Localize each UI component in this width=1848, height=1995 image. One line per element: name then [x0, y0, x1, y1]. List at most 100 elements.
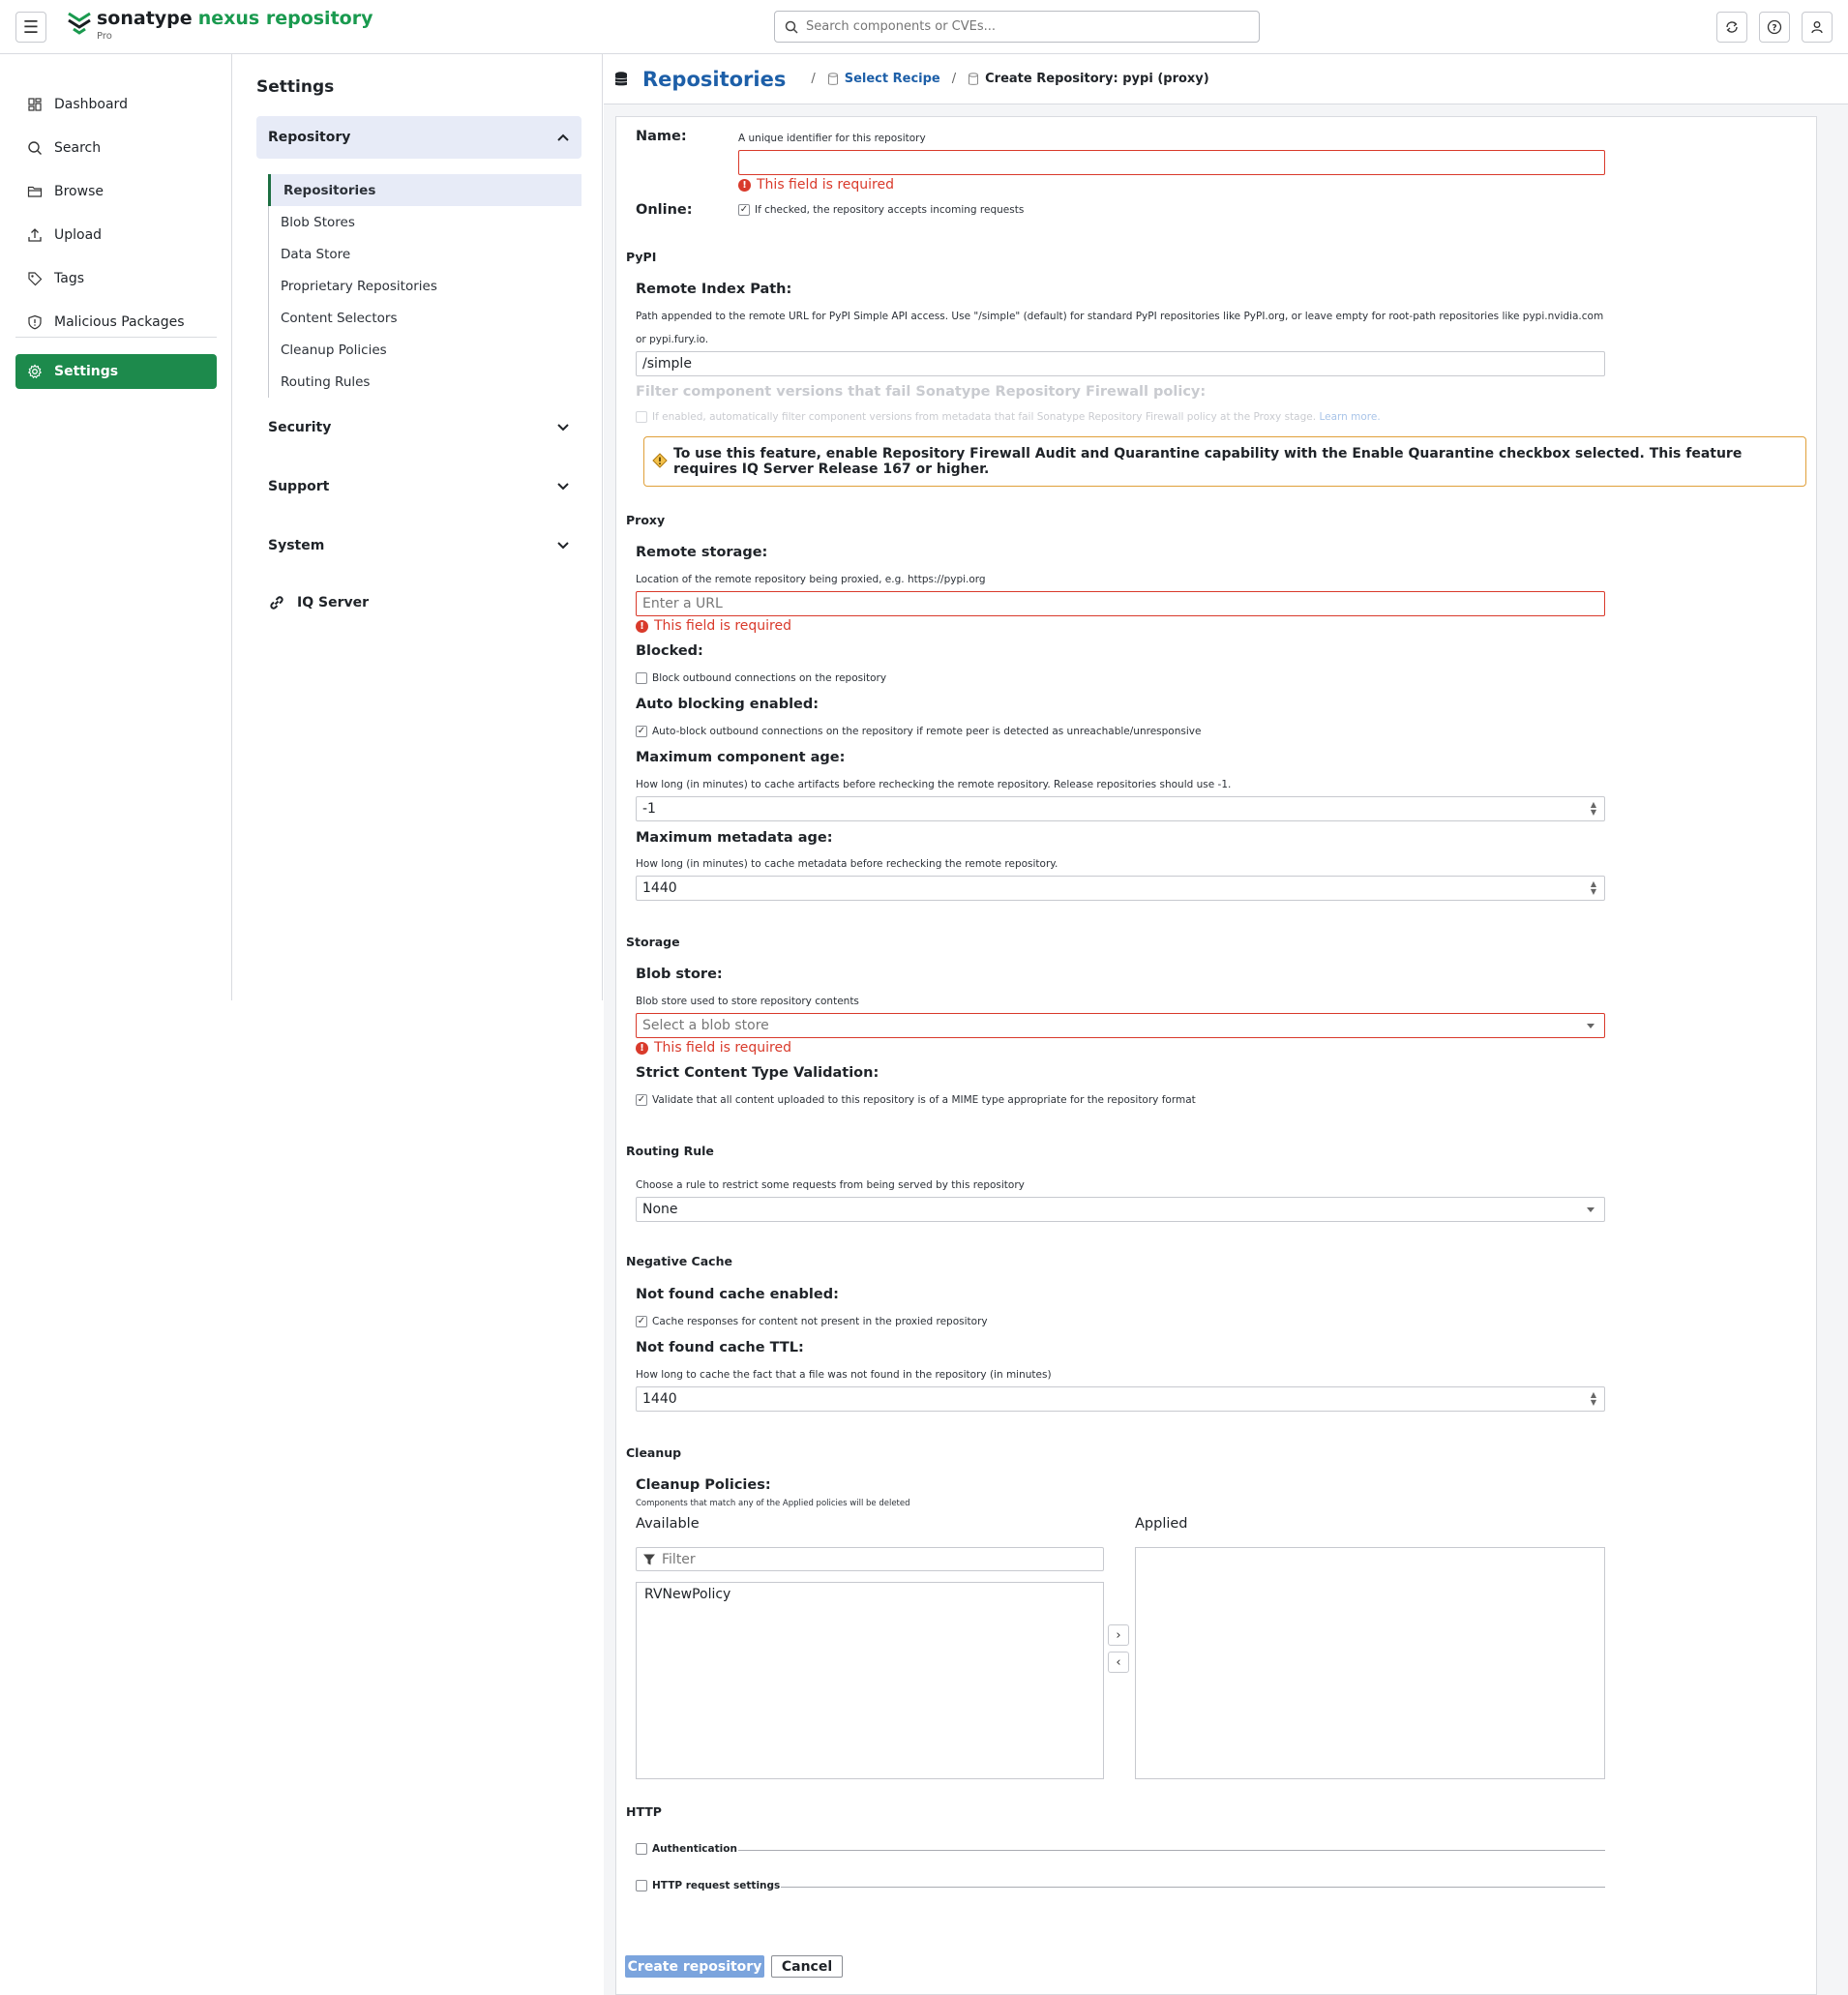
nav-upload[interactable]: Upload	[15, 218, 217, 253]
nav-search-label: Search	[54, 140, 102, 156]
online-checkbox[interactable]: ✓	[738, 204, 750, 216]
stepper-icon[interactable]: ▲ ▼	[1591, 801, 1596, 817]
logo-brand: sonatype	[97, 8, 193, 29]
accordion-security-label: Security	[268, 420, 332, 435]
logo[interactable]: sonatype nexus repository Pro	[66, 8, 373, 42]
http-request-checkbox[interactable]	[636, 1880, 647, 1891]
authentication-checkbox[interactable]	[636, 1843, 647, 1855]
create-repository-form: Name: A unique identifier for this repos…	[615, 116, 1817, 1995]
blob-store-select[interactable]: Select a blob store	[636, 1013, 1605, 1038]
create-repository-button[interactable]: Create repository	[625, 1955, 764, 1978]
stepper-icon[interactable]: ▲ ▼	[1591, 1391, 1596, 1407]
accordion-support[interactable]: Support	[256, 465, 581, 508]
nav-settings[interactable]: Settings	[15, 354, 217, 389]
auto-blocking-checkbox[interactable]: ✓	[636, 726, 647, 737]
nav-malicious-packages[interactable]: Malicious Packages	[15, 305, 217, 340]
cleanup-section-title: Cleanup	[626, 1445, 682, 1460]
refresh-button[interactable]	[1716, 12, 1747, 43]
submenu-data-store[interactable]: Data Store	[268, 238, 581, 270]
accordion-system[interactable]: System	[256, 524, 581, 567]
database-icon	[614, 71, 628, 85]
routing-rule-select[interactable]: None	[636, 1197, 1605, 1222]
cancel-button[interactable]: Cancel	[771, 1955, 843, 1978]
settings-panel: Settings Repository Repositories Blob St…	[233, 54, 603, 1000]
not-found-cache-hint: Cache responses for content not present …	[652, 1316, 988, 1327]
help-button[interactable]: ?	[1759, 12, 1790, 43]
error-icon: !	[738, 178, 751, 192]
user-button[interactable]	[1802, 12, 1833, 43]
breadcrumb-select-recipe[interactable]: Select Recipe	[845, 72, 940, 86]
submenu-blob-stores[interactable]: Blob Stores	[268, 206, 581, 238]
search-icon	[28, 141, 42, 155]
nav-tags-label: Tags	[54, 271, 84, 286]
firewall-learn-more[interactable]: Learn more.	[1319, 411, 1380, 423]
submenu-repositories[interactable]: Repositories	[268, 174, 581, 206]
name-label: Name:	[636, 129, 687, 144]
user-icon	[1811, 21, 1823, 34]
submenu-content-selectors[interactable]: Content Selectors	[268, 302, 581, 334]
chevron-right-icon: ›	[1116, 1627, 1121, 1643]
max-component-age-value: -1	[642, 801, 656, 817]
storage-section-title: Storage	[626, 935, 680, 949]
max-metadata-age-input[interactable]: 1440 ▲ ▼	[636, 876, 1605, 901]
nav-browse[interactable]: Browse	[15, 174, 217, 209]
strict-content-row: ✓ Validate that all content uploaded to t…	[636, 1094, 1196, 1106]
accordion-repository[interactable]: Repository	[256, 116, 581, 159]
remote-storage-input[interactable]: Enter a URL	[636, 591, 1605, 616]
breadcrumb-repositories[interactable]: Repositories	[642, 68, 786, 91]
firewall-checkbox[interactable]	[636, 411, 647, 423]
applied-label: Applied	[1135, 1516, 1188, 1532]
cleanup-filter-input[interactable]: Filter	[636, 1547, 1104, 1571]
main-navigation: Dashboard Search Browse Upload Tags Mali…	[0, 54, 232, 1000]
not-found-cache-row: ✓ Cache responses for content not present…	[636, 1316, 988, 1327]
submenu-routing-rules[interactable]: Routing Rules	[268, 366, 581, 398]
menu-button[interactable]: ☰	[15, 12, 46, 43]
cleanup-policies-label: Cleanup Policies:	[636, 1477, 771, 1493]
nav-dashboard[interactable]: Dashboard	[15, 87, 217, 122]
available-policy-item[interactable]: RVNewPolicy	[637, 1583, 1103, 1606]
remote-index-input[interactable]: /simple	[636, 351, 1605, 376]
blocked-row: Block outbound connections on the reposi…	[636, 672, 886, 684]
logo-product: nexus repository	[197, 8, 373, 29]
accordion-support-label: Support	[268, 479, 330, 494]
remote-storage-hint: Location of the remote repository being …	[636, 574, 986, 585]
database-icon	[827, 72, 838, 85]
stepper-icon[interactable]: ▲ ▼	[1591, 880, 1596, 896]
menu-icon: ☰	[22, 16, 40, 38]
nav-search[interactable]: Search	[15, 131, 217, 165]
routing-section-title: Routing Rule	[626, 1144, 714, 1158]
firewall-warning: To use this feature, enable Repository F…	[643, 436, 1806, 487]
accordion-repository-label: Repository	[268, 130, 351, 145]
accordion-security[interactable]: Security	[256, 406, 581, 449]
proxy-section-title: Proxy	[626, 513, 666, 527]
strict-content-checkbox[interactable]: ✓	[636, 1094, 647, 1106]
firewall-hint: If enabled, automatically filter compone…	[652, 411, 1317, 423]
submenu-proprietary-repositories[interactable]: Proprietary Repositories	[268, 270, 581, 302]
routing-hint: Choose a rule to restrict some requests …	[636, 1179, 1025, 1191]
max-component-age-input[interactable]: -1 ▲ ▼	[636, 796, 1605, 821]
nav-upload-label: Upload	[54, 227, 103, 243]
main-content: Repositories / Select Recipe / Create Re…	[604, 54, 1848, 1995]
global-search-input[interactable]	[806, 19, 1232, 34]
cleanup-policies-hint: Components that match any of the Applied…	[636, 1499, 910, 1508]
not-found-ttl-input[interactable]: 1440 ▲ ▼	[636, 1386, 1605, 1412]
available-policies-list[interactable]: RVNewPolicy	[636, 1582, 1104, 1779]
remote-storage-error-text: This field is required	[654, 618, 792, 634]
chevron-down-icon	[557, 483, 569, 491]
blob-store-label: Blob store:	[636, 967, 723, 982]
negative-cache-section-title: Negative Cache	[626, 1254, 732, 1268]
blocked-checkbox[interactable]	[636, 672, 647, 684]
global-search[interactable]	[774, 11, 1260, 43]
tag-icon	[28, 272, 43, 286]
submenu-cleanup-policies[interactable]: Cleanup Policies	[268, 334, 581, 366]
move-right-button[interactable]: ›	[1108, 1624, 1129, 1646]
move-left-button[interactable]: ‹	[1108, 1652, 1129, 1673]
authentication-divider	[738, 1850, 1605, 1851]
iq-server-link[interactable]: IQ Server	[268, 594, 369, 611]
applied-policies-list[interactable]	[1135, 1547, 1605, 1779]
blob-store-placeholder: Select a blob store	[642, 1018, 769, 1033]
not-found-cache-checkbox[interactable]: ✓	[636, 1316, 647, 1327]
help-icon: ?	[1767, 19, 1782, 35]
name-input[interactable]	[738, 150, 1605, 175]
nav-tags[interactable]: Tags	[15, 261, 217, 296]
